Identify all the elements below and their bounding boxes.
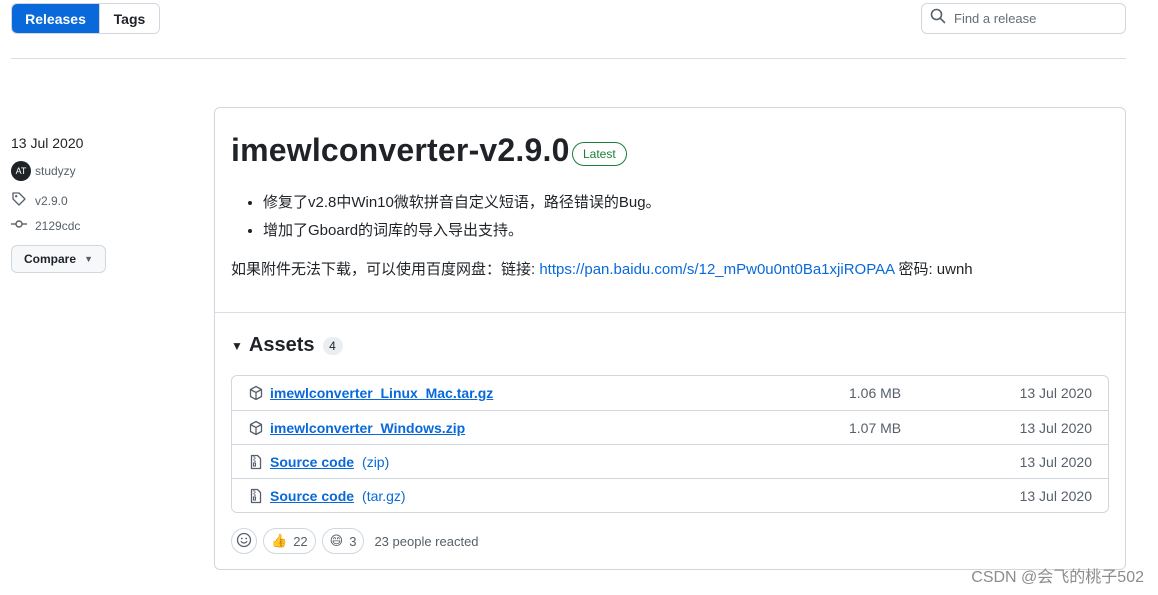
latest-badge: Latest — [572, 142, 627, 166]
release-note: 修复了v2.8中Win10微软拼音自定义短语，路径错误的Bug。 — [263, 189, 661, 217]
asset-row: imewlconverter_Windows.zip 1.07 MB 13 Ju… — [232, 410, 1108, 444]
asset-date: 13 Jul 2020 — [1019, 487, 1092, 504]
asset-format[interactable]: (tar.gz) — [362, 488, 406, 504]
package-icon — [248, 420, 264, 436]
asset-link[interactable]: imewlconverter_Windows.zip — [270, 420, 465, 436]
assets-count: 4 — [322, 336, 343, 355]
asset-size: 1.06 MB — [849, 385, 902, 401]
thumbs-up-count: 22 — [293, 533, 308, 549]
reactions-summary: 23 people reacted — [374, 533, 479, 549]
thumbs-up-reaction[interactable]: 👍 22 — [263, 528, 316, 554]
asset-date: 13 Jul 2020 — [1019, 385, 1092, 401]
laugh-reaction[interactable]: 😄 3 — [321, 528, 365, 554]
watermark: CSDN @会飞的桃子502 — [971, 569, 1144, 586]
mirror-suffix: 密码: uwnh — [894, 261, 973, 278]
tab-releases[interactable]: Releases — [12, 4, 99, 33]
search-icon — [930, 8, 946, 29]
release-note: 增加了Gboard的词库的导入导出支持。 — [263, 217, 661, 245]
author-row[interactable]: AT studyzy — [11, 161, 191, 181]
thumbs-up-icon: 👍 — [271, 533, 288, 548]
card-divider — [215, 312, 1125, 313]
compare-label: Compare — [24, 252, 77, 266]
asset-row: Source code (zip) 13 Jul 2020 — [232, 444, 1108, 478]
asset-row: imewlconverter_Linux_Mac.tar.gz 1.06 MB … — [232, 376, 1108, 410]
author-name[interactable]: studyzy — [35, 164, 76, 178]
asset-size: 1.07 MB — [849, 419, 902, 436]
release-date: 13 Jul 2020 — [11, 135, 84, 151]
assets-heading: Assets — [248, 334, 315, 356]
release-card: imewlconverter-v2.9.0 Latest 修复了v2.8中Win… — [214, 107, 1126, 570]
asset-link[interactable]: Source code — [270, 488, 354, 504]
commit-icon — [11, 216, 35, 235]
tag-name[interactable]: v2.9.0 — [35, 194, 68, 208]
tab-tags[interactable]: Tags — [99, 4, 159, 33]
assets-toggle[interactable]: ▼ Assets 4 — [231, 334, 343, 357]
triangle-down-icon: ▼ — [231, 338, 243, 353]
release-sidebar: 13 Jul 2020 AT studyzy v2.9.0 2129cdc Co… — [11, 135, 191, 273]
smiley-icon — [236, 532, 252, 551]
mirror-prefix: 如果附件无法下载，可以使用百度网盘：链接: — [231, 261, 540, 278]
releases-tags-toggle: Releases Tags — [11, 3, 160, 34]
release-notes: 修复了v2.8中Win10微软拼音自定义短语，路径错误的Bug。 增加了Gboa… — [247, 189, 661, 245]
laugh-count: 3 — [349, 533, 357, 549]
commit-sha[interactable]: 2129cdc — [35, 219, 80, 233]
compare-button[interactable]: Compare ▼ — [11, 245, 106, 273]
asset-format[interactable]: (zip) — [362, 454, 389, 470]
assets-list: imewlconverter_Linux_Mac.tar.gz 1.06 MB … — [231, 375, 1109, 513]
asset-date: 13 Jul 2020 — [1019, 419, 1092, 436]
laugh-icon: 😄 — [329, 533, 344, 548]
asset-row: Source code (tar.gz) 13 Jul 2020 — [232, 478, 1108, 512]
file-zip-icon — [248, 454, 264, 470]
tag-row[interactable]: v2.9.0 — [11, 191, 191, 210]
reactions-bar: 👍 22 😄 3 23 people reacted — [231, 528, 479, 554]
package-icon — [248, 385, 264, 401]
caret-down-icon: ▼ — [84, 254, 93, 264]
add-reaction-button[interactable] — [231, 528, 257, 554]
asset-date: 13 Jul 2020 — [1019, 453, 1092, 470]
commit-row[interactable]: 2129cdc — [11, 216, 191, 235]
tag-icon — [11, 191, 35, 210]
release-search[interactable] — [921, 3, 1126, 34]
header-divider — [11, 58, 1126, 59]
asset-link[interactable]: imewlconverter_Linux_Mac.tar.gz — [270, 385, 493, 401]
avatar[interactable]: AT — [11, 161, 31, 181]
search-input[interactable] — [954, 11, 1114, 26]
mirror-line: 如果附件无法下载，可以使用百度网盘：链接: https://pan.baidu.… — [231, 258, 973, 279]
top-bar: Releases Tags — [11, 3, 1126, 35]
file-zip-icon — [248, 488, 264, 504]
release-title[interactable]: imewlconverter-v2.9.0 — [231, 132, 570, 169]
asset-link[interactable]: Source code — [270, 454, 354, 470]
mirror-link[interactable]: https://pan.baidu.com/s/12_mPw0u0nt0Ba1x… — [539, 261, 894, 278]
